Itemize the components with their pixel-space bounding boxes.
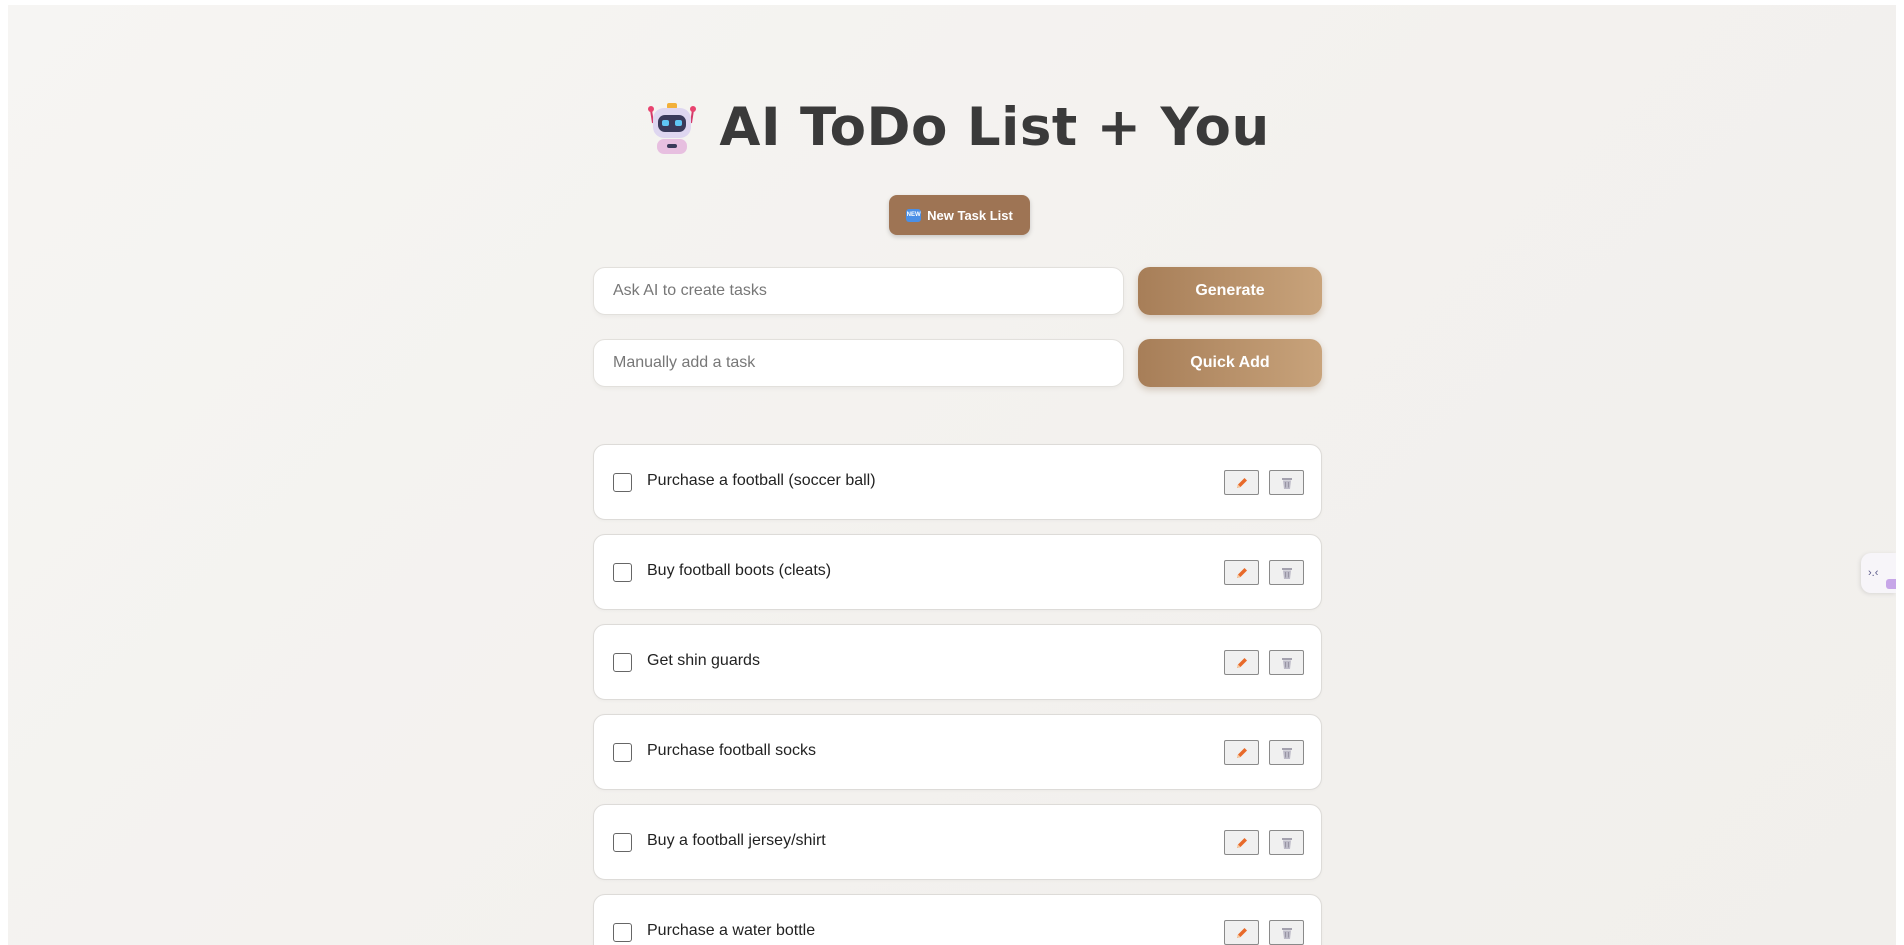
new-task-list-label: New Task List [927,207,1013,223]
task-item: Purchase football socks [593,714,1322,790]
task-item: Buy a football jersey/shirt [593,804,1322,880]
trash-icon [1281,837,1292,849]
delete-button[interactable] [1269,650,1304,675]
task-checkbox[interactable] [613,653,632,672]
page-background: AI ToDo List + You NEW New Task List Gen… [8,5,1896,945]
quick-add-button[interactable]: Quick Add [1138,339,1322,387]
new-task-list-button[interactable]: NEW New Task List [889,195,1030,235]
task-text: Get shin guards [647,652,760,669]
task-item: Buy football boots (cleats) [593,534,1322,610]
edit-button[interactable] [1224,470,1259,495]
pencil-icon [1236,477,1247,488]
task-text: Purchase a water bottle [647,922,816,939]
task-item: Purchase a football (soccer ball) [593,444,1322,520]
trash-icon [1281,567,1292,579]
delete-button[interactable] [1269,830,1304,855]
delete-button[interactable] [1269,740,1304,765]
header: AI ToDo List + You [593,97,1322,158]
collapse-icon: ›.‹ [1868,567,1879,579]
task-checkbox[interactable] [613,563,632,582]
task-item: Get shin guards [593,624,1322,700]
edit-button[interactable] [1224,830,1259,855]
manual-task-input[interactable] [593,339,1124,387]
delete-button[interactable] [1269,470,1304,495]
edit-button[interactable] [1224,650,1259,675]
trash-icon [1281,657,1292,669]
trash-icon [1281,477,1292,489]
side-panel-toggle[interactable]: ›.‹ [1861,553,1896,593]
task-text: Purchase a football (soccer ball) [647,472,876,489]
task-list: Purchase a football (soccer ball) Buy fo… [593,444,1322,945]
edit-button[interactable] [1224,560,1259,585]
pencil-icon [1236,657,1247,668]
task-text: Buy football boots (cleats) [647,562,832,579]
task-checkbox[interactable] [613,473,632,492]
robot-icon [645,101,699,155]
task-item: Purchase a water bottle [593,894,1322,945]
task-checkbox[interactable] [613,833,632,852]
edit-button[interactable] [1224,920,1259,945]
delete-button[interactable] [1269,920,1304,945]
side-tab-accent [1886,579,1896,589]
pencil-icon [1236,567,1247,578]
task-checkbox[interactable] [613,923,632,942]
ai-input-row: Generate [593,267,1322,315]
edit-button[interactable] [1224,740,1259,765]
ai-task-input[interactable] [593,267,1124,315]
new-badge-icon: NEW [906,208,922,222]
trash-icon [1281,927,1292,939]
pencil-icon [1236,747,1247,758]
trash-icon [1281,747,1292,759]
task-checkbox[interactable] [613,743,632,762]
manual-input-row: Quick Add [593,339,1322,387]
pencil-icon [1236,927,1247,938]
generate-button[interactable]: Generate [1138,267,1322,315]
page-title: AI ToDo List + You [719,97,1270,158]
delete-button[interactable] [1269,560,1304,585]
task-text: Purchase football socks [647,742,816,759]
pencil-icon [1236,837,1247,848]
task-text: Buy a football jersey/shirt [647,832,826,849]
